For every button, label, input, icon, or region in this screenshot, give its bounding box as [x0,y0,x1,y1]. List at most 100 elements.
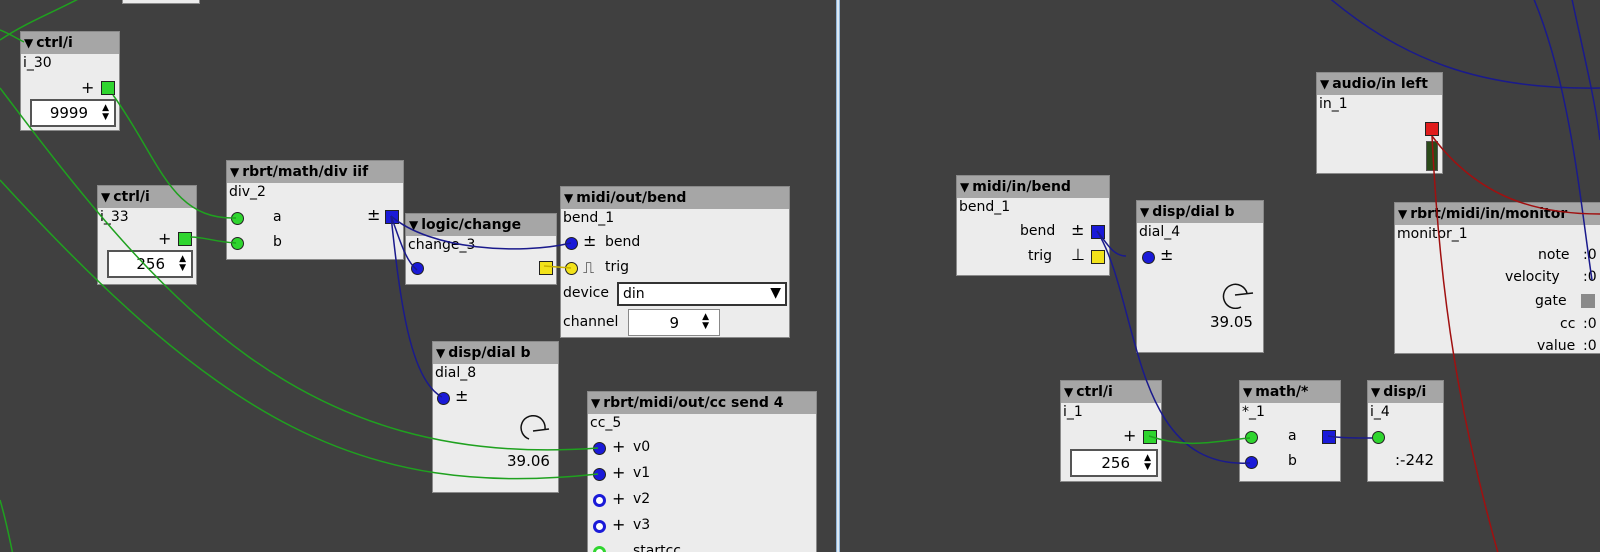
inlet-bend[interactable] [565,237,578,250]
object-header[interactable]: ▼ disp/dial b [1137,201,1263,223]
object-header[interactable]: ▼ disp/i [1368,381,1443,403]
collapse-triangle-icon[interactable]: ▼ [591,396,600,410]
disp-i-object[interactable]: ▼ disp/i i_4 :-242 [1367,380,1444,482]
wire-green [0,499,14,552]
outlet-result[interactable] [1322,430,1336,444]
inlet-in[interactable] [1142,251,1155,264]
inlet-v0[interactable] [593,442,606,455]
inlet-trig[interactable] [565,262,578,275]
inlet-sign: ± [1160,245,1174,264]
instance-name: dial_4 [1139,224,1181,240]
outlet-trig[interactable] [1091,250,1105,264]
object-header[interactable]: ▼ rbrt/midi/in/monitor [1395,203,1600,225]
object-title: rbrt/math/div iif [242,164,369,180]
outlet-bend-label: bend [1020,223,1056,239]
object-header[interactable]: ▼ ctrl/i [98,186,196,208]
object-header[interactable]: ▼ midi/out/bend [561,187,789,209]
object-header[interactable]: ▼ disp/dial b [433,342,558,364]
collapse-triangle-icon[interactable]: ▼ [564,191,573,205]
object-header[interactable]: ▼ audio/in left [1317,73,1442,95]
int-spinner[interactable]: 256 ▲ ▼ [107,250,193,278]
collapse-triangle-icon[interactable]: ▼ [230,165,239,179]
device-select[interactable]: din ▼ [617,282,787,306]
audio-in-left-object[interactable]: ▼ audio/in left in_1 [1316,72,1443,174]
instance-name: bend_1 [563,210,615,226]
dial-value: 39.06 [507,452,550,470]
instance-name: i_30 [23,55,52,71]
outlet-trig[interactable] [539,261,553,275]
inlet-b[interactable] [231,237,244,250]
int-spinner[interactable]: 9999 ▲ ▼ [30,99,116,127]
object-title: logic/change [421,217,522,233]
outlet-cc-value: :0 [1583,316,1597,332]
inlet-v1-sign: + [612,463,626,482]
object-header[interactable]: ▼ logic/change [406,214,556,236]
spinner-arrows-icon[interactable]: ▲ ▼ [702,313,709,331]
outlet-bend[interactable] [1091,225,1105,239]
math-multiply-object[interactable]: ▼ math/* *_1 a b [1239,380,1341,482]
collapse-triangle-icon[interactable]: ▼ [409,218,418,232]
patch-canvas-left[interactable]: ▼ ctrl/i i_30 + 9999 ▲ ▼ ▼ ctrl/i i_33 + 25… [0,0,836,552]
inlet-in[interactable] [437,392,450,405]
patch-canvas-right[interactable]: ▼ audio/in left in_1 ▼ midi/in/bend bend_1… [840,0,1600,552]
collapse-triangle-icon[interactable]: ▼ [1320,77,1329,91]
object-header[interactable]: ▼ math/* [1240,381,1340,403]
object-header[interactable]: ▼ rbrt/math/div iif [227,161,403,183]
chevron-down-icon[interactable]: ▼ [770,285,781,301]
midi-out-bend-object[interactable]: ▼ midi/out/bend bend_1 ± bend ⎍ trig devi… [560,186,790,338]
cc-send-object[interactable]: ▼ rbrt/midi/out/cc send 4 cc_5 + v0 + v1 … [587,391,817,552]
collapse-triangle-icon[interactable]: ▼ [960,180,969,194]
collapse-triangle-icon[interactable]: ▼ [1243,385,1252,399]
inlet-in[interactable] [1372,431,1385,444]
collapse-triangle-icon[interactable]: ▼ [24,36,33,50]
inlet-startcc[interactable] [593,546,606,552]
collapse-triangle-icon[interactable]: ▼ [101,190,110,204]
instance-name: i_4 [1370,404,1390,420]
object-header[interactable]: ▼ ctrl/i [21,32,119,54]
inlet-sign: ± [455,386,469,405]
inlet-v3[interactable] [593,520,606,533]
object-header[interactable]: ▼ midi/in/bend [957,176,1109,198]
ctrl-i-30-object[interactable]: ▼ ctrl/i i_30 + 9999 ▲ ▼ [20,31,120,131]
instance-name: *_1 [1242,404,1265,420]
inlet-trig-sign: ⎍ [583,258,595,277]
collapse-triangle-icon[interactable]: ▼ [436,346,445,360]
inlet-in[interactable] [411,262,424,275]
outlet-result[interactable] [385,210,399,224]
collapse-triangle-icon[interactable]: ▼ [1140,205,1149,219]
channel-spinner[interactable]: 9 ▲ ▼ [628,309,720,336]
outlet-cc-label: cc [1560,316,1576,332]
offscreen-object[interactable] [122,0,200,4]
spinner-arrows-icon[interactable]: ▲ ▼ [1144,454,1151,472]
inlet-b[interactable] [1245,456,1258,469]
collapse-triangle-icon[interactable]: ▼ [1398,207,1407,221]
outlet-int[interactable] [1143,430,1157,444]
outlet-int[interactable] [101,81,115,95]
int-spinner[interactable]: 256 ▲ ▼ [1070,449,1158,477]
outlet-audio[interactable] [1425,122,1439,136]
spinner-value: 256 [1101,454,1130,472]
spinner-arrows-icon[interactable]: ▲ ▼ [179,255,186,273]
inlet-a[interactable] [1245,431,1258,444]
ctrl-i-33-object[interactable]: ▼ ctrl/i i_33 + 256 ▲ ▼ [97,185,197,285]
inlet-v1[interactable] [593,468,606,481]
wire-blue [1571,0,1600,141]
ctrl-i-1-object[interactable]: ▼ ctrl/i i_1 + 256 ▲ ▼ [1060,380,1162,482]
midi-in-bend-object[interactable]: ▼ midi/in/bend bend_1 bend ± trig ⊥ [956,175,1110,276]
logic-change-object[interactable]: ▼ logic/change change_3 [405,213,557,285]
object-header[interactable]: ▼ ctrl/i [1061,381,1161,403]
collapse-triangle-icon[interactable]: ▼ [1371,385,1380,399]
outlet-int[interactable] [178,232,192,246]
collapse-triangle-icon[interactable]: ▼ [1064,385,1073,399]
disp-dial-4-object[interactable]: ▼ disp/dial b dial_4 ± 39.05 [1136,200,1264,353]
midi-in-monitor-object[interactable]: ▼ rbrt/midi/in/monitor monitor_1 note :0 … [1394,202,1600,354]
inlet-v2[interactable] [593,494,606,507]
inlet-a[interactable] [231,212,244,225]
object-header[interactable]: ▼ rbrt/midi/out/cc send 4 [588,392,816,414]
object-title: ctrl/i [1076,384,1113,400]
disp-dial-8-object[interactable]: ▼ disp/dial b dial_8 ± 39.06 [432,341,559,493]
div-iif-object[interactable]: ▼ rbrt/math/div iif div_2 a b ± [226,160,404,260]
inlet-v3-sign: + [612,515,626,534]
dial-value: 39.05 [1210,313,1253,331]
spinner-arrows-icon[interactable]: ▲ ▼ [102,104,109,122]
